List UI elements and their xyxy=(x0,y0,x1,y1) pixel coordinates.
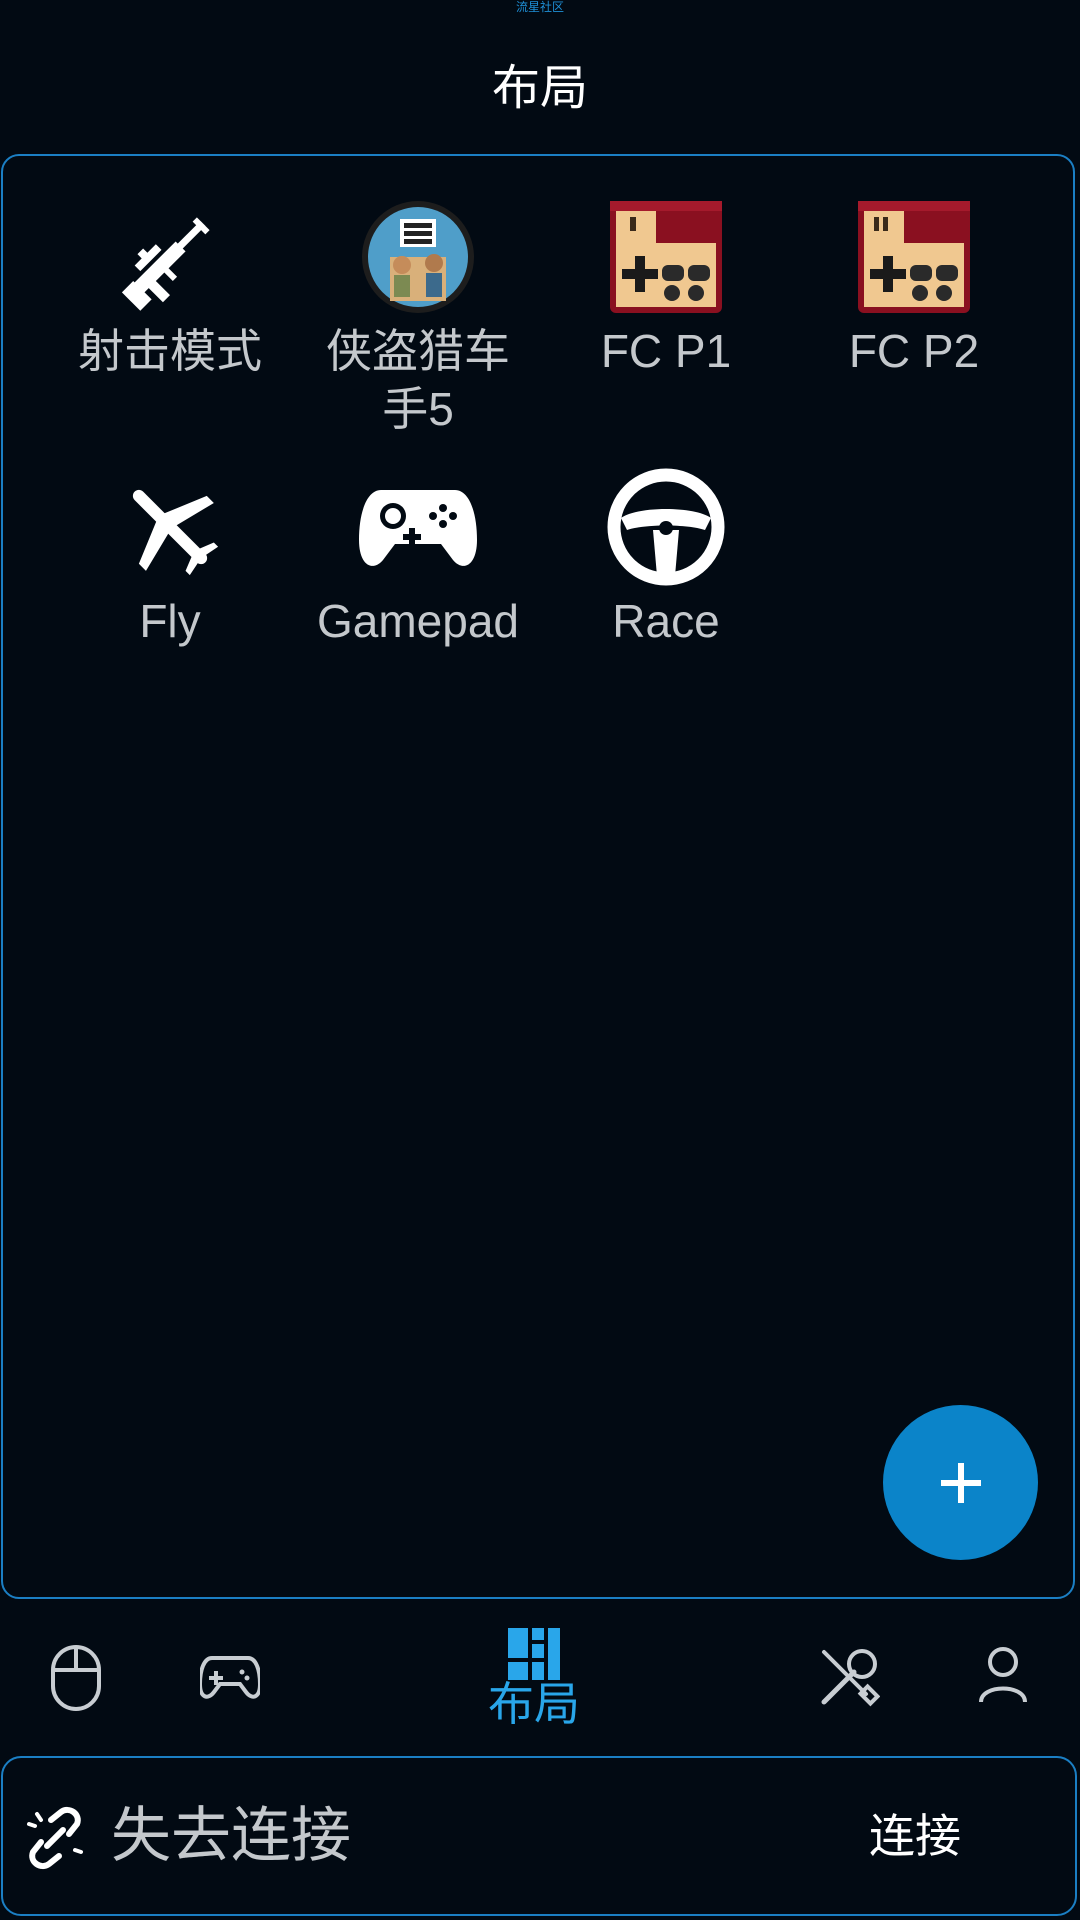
layout-tile-fc-p1[interactable]: FC P1 xyxy=(542,198,790,380)
connect-button[interactable]: 连接 xyxy=(869,1804,961,1868)
fc-controller-2-icon xyxy=(855,198,973,316)
steering-wheel-icon xyxy=(607,468,725,586)
layout-grid-panel: 射击模式 侠盗猎车手5 FC P1 FC P2 Fly Gamepad Race xyxy=(1,154,1075,1599)
layout-icon xyxy=(508,1628,560,1680)
layout-tile-fly[interactable]: Fly xyxy=(46,468,294,650)
layout-tile-label: FC P1 xyxy=(600,325,732,377)
bottom-nav: 布局 xyxy=(0,1610,1080,1750)
fc-controller-1-icon xyxy=(607,198,725,316)
nav-layout-label: 布局 xyxy=(488,1677,580,1731)
watermark: 流星社区 xyxy=(515,0,564,14)
airplane-icon xyxy=(111,468,229,586)
layout-tile-gamepad[interactable]: Gamepad xyxy=(294,468,542,650)
connection-status-bar: 失去连接 连接 xyxy=(1,1756,1077,1916)
nav-tools[interactable] xyxy=(818,1646,880,1708)
user-icon xyxy=(979,1647,1027,1703)
page-title: 布局 xyxy=(491,60,588,116)
connection-status-text: 失去连接 xyxy=(111,1801,351,1871)
gamepad-icon xyxy=(359,468,477,586)
mouse-icon xyxy=(51,1645,101,1711)
plus-icon xyxy=(940,1462,981,1503)
sniper-rifle-icon xyxy=(111,198,229,316)
layout-tile-label: Fly xyxy=(139,595,201,647)
gamepad-icon xyxy=(200,1656,260,1699)
tools-icon xyxy=(821,1649,880,1707)
nav-mouse[interactable] xyxy=(50,1644,102,1712)
layout-tile-label: 侠盗猎车手5 xyxy=(326,325,510,435)
layout-tile-race[interactable]: Race xyxy=(542,468,790,650)
nav-gamepad[interactable] xyxy=(200,1654,260,1700)
gta5-logo-icon xyxy=(359,198,477,316)
layout-tile-fc-p2[interactable]: FC P2 xyxy=(790,198,1038,380)
broken-link-icon xyxy=(27,1806,83,1870)
layout-tile-shooting[interactable]: 射击模式 xyxy=(46,198,294,380)
layout-tile-label: 射击模式 xyxy=(78,325,262,377)
app-screen: 流星社区 布局 射击模式 侠盗猎车手5 FC P1 FC P2 Fly Game… xyxy=(0,0,1080,1920)
layout-tile-label: FC P2 xyxy=(848,325,980,377)
nav-layout[interactable]: 布局 xyxy=(488,1626,580,1728)
nav-profile[interactable] xyxy=(978,1646,1028,1704)
add-layout-button[interactable] xyxy=(883,1405,1038,1560)
layout-tile-label: Gamepad xyxy=(316,595,519,647)
layout-tile-label: Race xyxy=(612,595,720,647)
layout-tile-gta5[interactable]: 侠盗猎车手5 xyxy=(294,198,542,438)
